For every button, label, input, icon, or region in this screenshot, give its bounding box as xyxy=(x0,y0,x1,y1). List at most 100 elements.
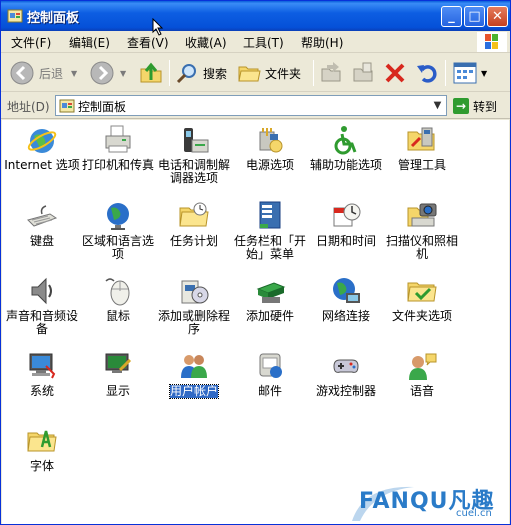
item-game-controllers[interactable]: 游戏控制器 xyxy=(308,350,384,398)
forward-arrow-icon xyxy=(90,61,114,85)
item-label: 声音和音频设备 xyxy=(5,309,78,336)
forward-dropdown-icon: ▼ xyxy=(120,68,127,78)
item-label: 用户帐户 xyxy=(168,384,220,399)
item-scheduled-tasks[interactable]: 任务计划 xyxy=(156,200,232,248)
back-arrow-icon xyxy=(10,61,34,85)
item-taskbar-start-menu[interactable]: 任务栏和「开始」菜单 xyxy=(232,200,308,261)
folders-button[interactable]: 文件夹 xyxy=(237,58,301,88)
item-label: 管理工具 xyxy=(397,158,446,172)
printer-fax-icon xyxy=(105,125,131,153)
move-to-button[interactable] xyxy=(319,58,343,88)
item-label: 文件夹选项 xyxy=(391,309,452,323)
item-display[interactable]: 显示 xyxy=(80,350,156,398)
address-value: 控制面板 xyxy=(78,100,127,114)
item-label: 打印机和传真 xyxy=(81,158,154,172)
globe-icon xyxy=(107,203,129,230)
item-admin-tools[interactable]: 管理工具 xyxy=(384,124,460,172)
menu-view[interactable]: 查看(V) xyxy=(127,34,169,51)
speaker-icon xyxy=(31,277,52,305)
watermark: FANQU凡趣 cuel.cn xyxy=(344,481,511,525)
address-label: 地址(D) xyxy=(7,100,50,114)
item-mail[interactable]: 邮件 xyxy=(232,350,308,398)
add-remove-programs-icon xyxy=(181,280,209,304)
item-label: 电话和调制解调器选项 xyxy=(157,158,230,185)
menu-bar: 文件(F) 编辑(E) 查看(V) 收藏(A) 工具(T) 帮助(H) xyxy=(1,31,510,53)
item-date-time[interactable]: 日期和时间 xyxy=(308,200,384,248)
item-label: 游戏控制器 xyxy=(315,384,376,398)
item-printers-faxes[interactable]: 打印机和传真 xyxy=(80,124,156,172)
menu-edit[interactable]: 编辑(E) xyxy=(69,34,110,51)
title-bar[interactable]: 控制面板 _ □ ✕ xyxy=(1,1,510,31)
fonts-folder-icon xyxy=(27,430,57,452)
item-folder-options[interactable]: 文件夹选项 xyxy=(384,275,460,323)
up-button[interactable] xyxy=(139,58,163,88)
undo-button[interactable] xyxy=(415,58,439,88)
copy-to-button[interactable] xyxy=(351,58,375,88)
menu-file[interactable]: 文件(F) xyxy=(11,34,51,51)
item-network-connections[interactable]: 网络连接 xyxy=(308,275,384,323)
add-hardware-icon xyxy=(256,282,286,303)
item-label: 语音 xyxy=(409,384,434,398)
control-panel-small-icon xyxy=(59,99,75,113)
item-power-options[interactable]: 电源选项 xyxy=(232,124,308,172)
item-add-remove-programs[interactable]: 添加或删除程序 xyxy=(156,275,232,336)
item-label: 键盘 xyxy=(29,234,54,248)
item-label: 日期和时间 xyxy=(315,234,376,248)
views-button[interactable]: ▼ xyxy=(453,58,487,88)
search-icon xyxy=(176,64,196,84)
address-input[interactable]: 控制面板 ▼ xyxy=(55,95,447,116)
control-panel-window: 控制面板 _ □ ✕ 文件(F) 编辑(E) 查看(V) 收藏(A) 工具(T)… xyxy=(0,0,511,525)
item-label: 添加或删除程序 xyxy=(157,309,230,336)
minimize-button[interactable]: _ xyxy=(441,6,462,27)
item-label: 添加硬件 xyxy=(245,309,294,323)
delete-x-icon xyxy=(385,63,405,83)
item-mouse[interactable]: 鼠标 xyxy=(80,275,156,323)
item-add-hardware[interactable]: 添加硬件 xyxy=(232,275,308,323)
item-label: 系统 xyxy=(29,384,54,398)
delete-button[interactable] xyxy=(383,58,407,88)
item-phone-modem[interactable]: 电话和调制解调器选项 xyxy=(156,124,232,185)
item-label: 邮件 xyxy=(257,384,282,398)
menu-help[interactable]: 帮助(H) xyxy=(301,34,343,51)
standard-toolbar: 后退 ▼ ▼ 搜索 文件夹 ▼ xyxy=(1,54,510,92)
maximize-button[interactable]: □ xyxy=(464,6,485,27)
go-button[interactable]: → 转到 xyxy=(453,96,497,116)
date-time-icon xyxy=(333,203,361,227)
mouse-cursor-icon xyxy=(152,18,164,36)
item-region-language[interactable]: 区域和语言选项 xyxy=(80,200,156,261)
user-accounts-icon xyxy=(181,355,207,378)
item-label: 鼠标 xyxy=(105,309,130,323)
keyboard-icon xyxy=(27,205,58,227)
item-system[interactable]: 系统 xyxy=(4,350,80,398)
network-connections-icon xyxy=(333,278,360,303)
item-fonts[interactable]: 字体 xyxy=(4,425,80,473)
item-label: 区域和语言选项 xyxy=(81,234,154,261)
menu-favorites[interactable]: 收藏(A) xyxy=(185,34,227,51)
item-scanners-cameras[interactable]: 扫描仪和照相机 xyxy=(384,200,460,261)
close-button[interactable]: ✕ xyxy=(487,6,508,27)
scanner-camera-icon xyxy=(407,203,437,227)
item-internet-options[interactable]: Internet 选项 xyxy=(4,124,80,172)
forward-button[interactable]: ▼ xyxy=(89,58,126,88)
folders-label: 文件夹 xyxy=(265,66,302,81)
search-button[interactable]: 搜索 xyxy=(175,58,227,88)
item-label: 电源选项 xyxy=(245,158,294,172)
item-label: 任务计划 xyxy=(169,234,218,248)
search-label: 搜索 xyxy=(203,66,228,81)
undo-icon xyxy=(417,65,437,83)
display-icon xyxy=(105,353,132,373)
item-sounds-audio[interactable]: 声音和音频设备 xyxy=(4,275,80,336)
system-icon xyxy=(29,353,56,379)
go-arrow-icon: → xyxy=(453,98,469,114)
address-bar: 地址(D) 控制面板 ▼ → 转到 xyxy=(1,92,510,119)
item-user-accounts[interactable]: 用户帐户 xyxy=(156,350,232,399)
item-speech[interactable]: 语音 xyxy=(384,350,460,398)
control-panel-icon xyxy=(7,9,23,23)
toolbar-separator xyxy=(445,60,446,86)
address-dropdown-icon[interactable]: ▼ xyxy=(430,97,445,114)
menu-tools[interactable]: 工具(T) xyxy=(243,34,284,51)
item-keyboard[interactable]: 键盘 xyxy=(4,200,80,248)
back-button[interactable]: 后退 ▼ xyxy=(9,58,77,88)
item-accessibility[interactable]: 辅助功能选项 xyxy=(308,124,384,172)
item-label: Internet 选项 xyxy=(4,158,80,172)
